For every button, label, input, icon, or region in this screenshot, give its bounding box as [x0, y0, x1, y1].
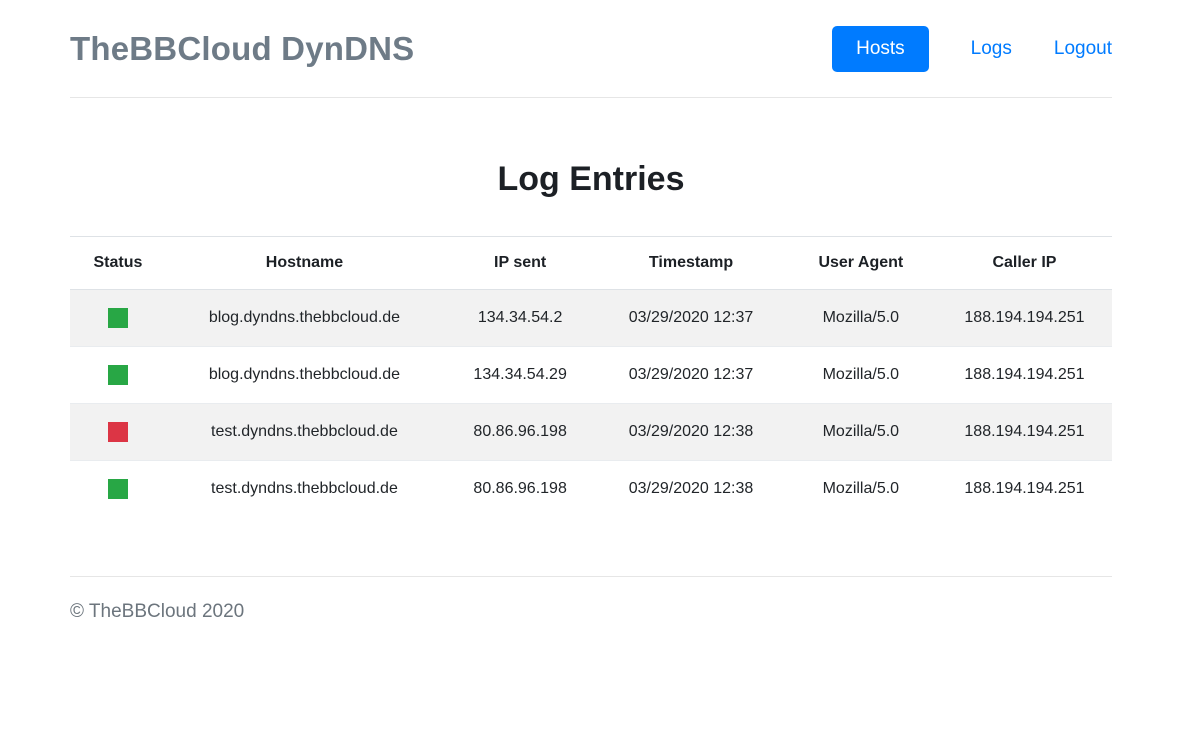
- cell-hostname: blog.dyndns.thebbcloud.de: [166, 289, 443, 346]
- cell-ip-sent: 80.86.96.198: [443, 403, 597, 460]
- cell-user-agent: Mozilla/5.0: [785, 346, 937, 403]
- status-success-indicator: [108, 365, 128, 385]
- status-error-indicator: [108, 422, 128, 442]
- cell-user-agent: Mozilla/5.0: [785, 460, 937, 517]
- cell-status: [70, 403, 166, 460]
- copyright-text: © TheBBCloud 2020: [70, 577, 1112, 623]
- main-content: Log Entries StatusHostnameIP sentTimesta…: [70, 154, 1112, 517]
- column-header-caller-ip: Caller IP: [937, 236, 1112, 289]
- cell-timestamp: 03/29/2020 12:37: [597, 289, 785, 346]
- log-table-body: blog.dyndns.thebbcloud.de134.34.54.203/2…: [70, 289, 1112, 517]
- table-header-row: StatusHostnameIP sentTimestampUser Agent…: [70, 236, 1112, 289]
- table-row: blog.dyndns.thebbcloud.de134.34.54.203/2…: [70, 289, 1112, 346]
- cell-timestamp: 03/29/2020 12:38: [597, 403, 785, 460]
- cell-hostname: test.dyndns.thebbcloud.de: [166, 403, 443, 460]
- table-row: test.dyndns.thebbcloud.de80.86.96.19803/…: [70, 460, 1112, 517]
- cell-timestamp: 03/29/2020 12:38: [597, 460, 785, 517]
- nav-logout-link[interactable]: Logout: [1054, 38, 1112, 60]
- cell-hostname: blog.dyndns.thebbcloud.de: [166, 346, 443, 403]
- cell-caller-ip: 188.194.194.251: [937, 346, 1112, 403]
- column-header-status: Status: [70, 236, 166, 289]
- main-nav: Hosts Logs Logout: [832, 26, 1112, 72]
- status-success-indicator: [108, 479, 128, 499]
- site-header: TheBBCloud DynDNS Hosts Logs Logout: [70, 0, 1112, 98]
- cell-hostname: test.dyndns.thebbcloud.de: [166, 460, 443, 517]
- page-container: TheBBCloud DynDNS Hosts Logs Logout Log En…: [0, 0, 1187, 623]
- cell-caller-ip: 188.194.194.251: [937, 460, 1112, 517]
- nav-hosts-button[interactable]: Hosts: [832, 26, 929, 72]
- section-heading: Log Entries: [70, 154, 1112, 205]
- cell-timestamp: 03/29/2020 12:37: [597, 346, 785, 403]
- cell-caller-ip: 188.194.194.251: [937, 403, 1112, 460]
- column-header-timestamp: Timestamp: [597, 236, 785, 289]
- cell-user-agent: Mozilla/5.0: [785, 403, 937, 460]
- column-header-ip-sent: IP sent: [443, 236, 597, 289]
- cell-status: [70, 346, 166, 403]
- cell-ip-sent: 134.34.54.2: [443, 289, 597, 346]
- column-header-user-agent: User Agent: [785, 236, 937, 289]
- cell-caller-ip: 188.194.194.251: [937, 289, 1112, 346]
- table-row: test.dyndns.thebbcloud.de80.86.96.19803/…: [70, 403, 1112, 460]
- cell-ip-sent: 134.34.54.29: [443, 346, 597, 403]
- log-table: StatusHostnameIP sentTimestampUser Agent…: [70, 236, 1112, 517]
- table-row: blog.dyndns.thebbcloud.de134.34.54.2903/…: [70, 346, 1112, 403]
- status-success-indicator: [108, 308, 128, 328]
- cell-status: [70, 289, 166, 346]
- cell-status: [70, 460, 166, 517]
- nav-logs-link[interactable]: Logs: [971, 38, 1012, 60]
- cell-user-agent: Mozilla/5.0: [785, 289, 937, 346]
- cell-ip-sent: 80.86.96.198: [443, 460, 597, 517]
- column-header-hostname: Hostname: [166, 236, 443, 289]
- page-title: TheBBCloud DynDNS: [70, 24, 414, 74]
- site-footer: © TheBBCloud 2020: [70, 577, 1112, 623]
- log-table-head: StatusHostnameIP sentTimestampUser Agent…: [70, 236, 1112, 289]
